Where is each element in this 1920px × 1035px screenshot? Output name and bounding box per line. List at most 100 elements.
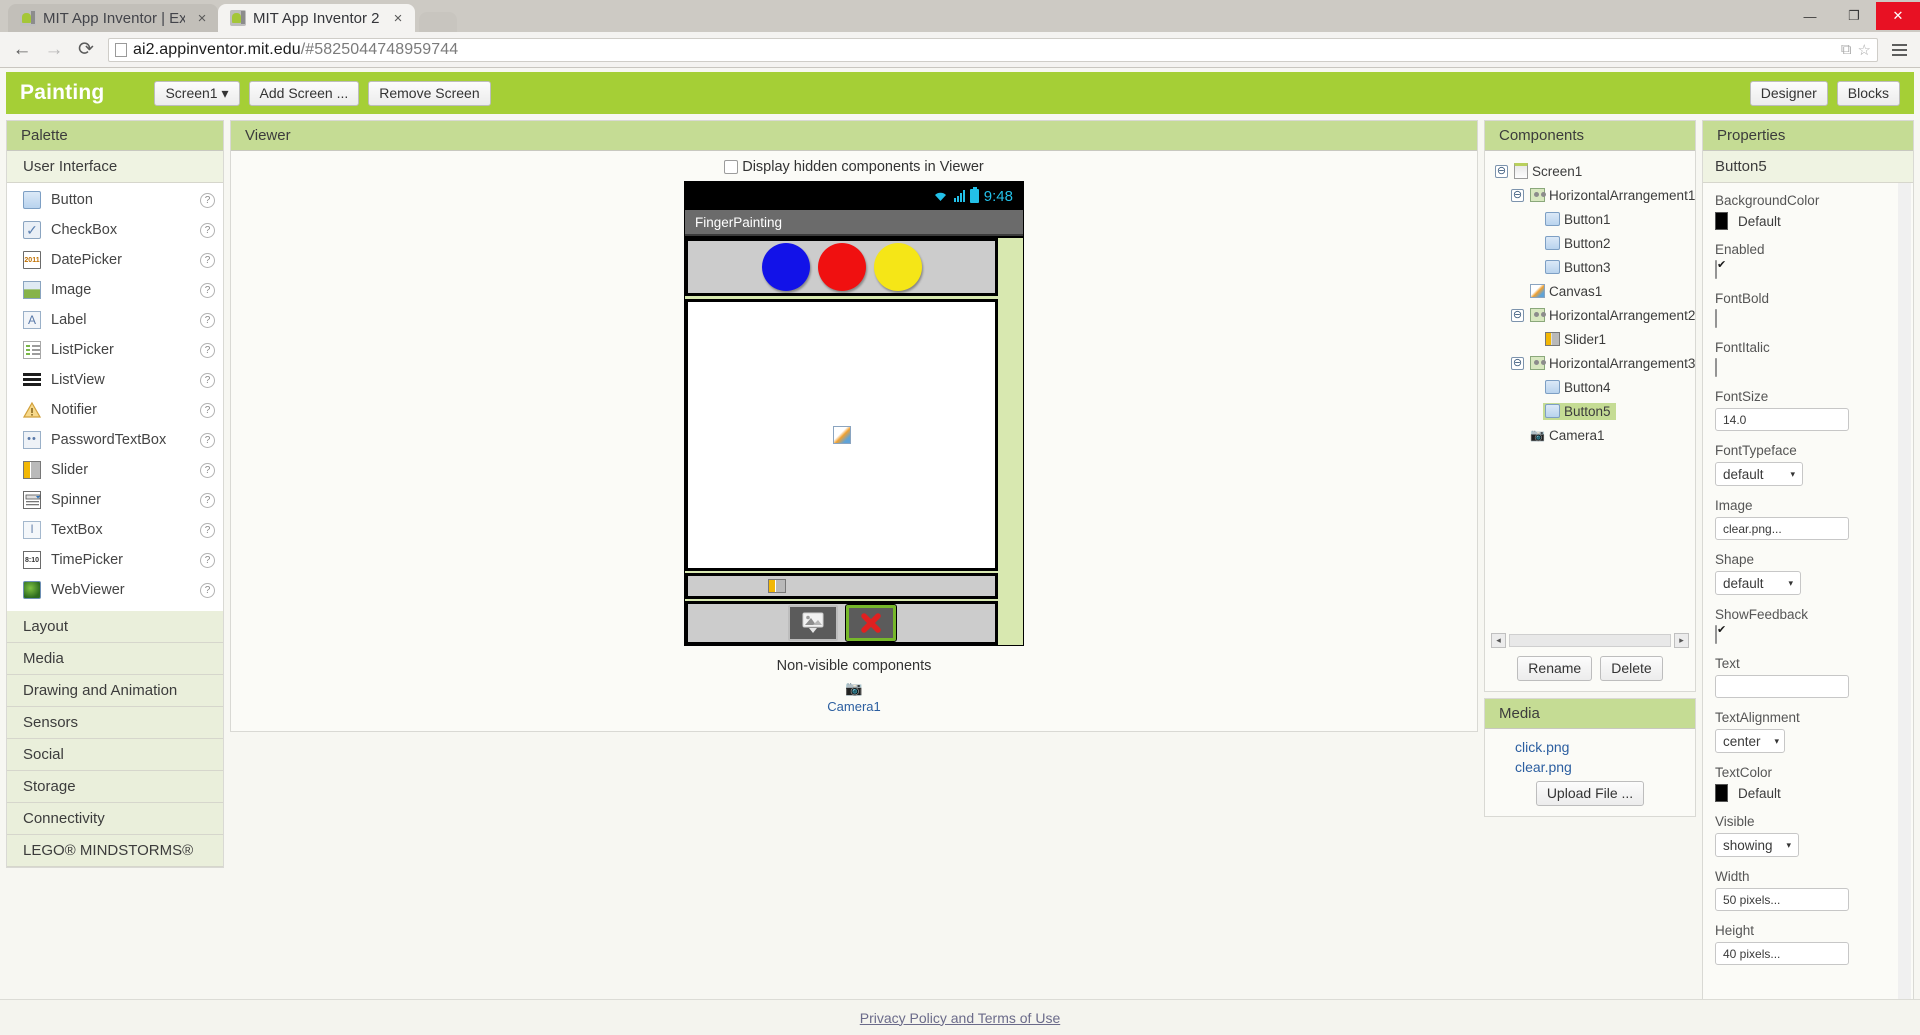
color-button-3[interactable]	[874, 243, 922, 291]
palette-item-spinner[interactable]: Spinner ?	[7, 485, 223, 515]
textalignment-select[interactable]: center ▾	[1715, 729, 1785, 753]
properties-scrollbar[interactable]	[1898, 183, 1911, 1021]
component-tree-hscrollbar[interactable]: ◂ ▸	[1485, 629, 1695, 650]
address-bar[interactable]: ai2.appinventor.mit.edu/#582504474895974…	[108, 38, 1878, 62]
maximize-button[interactable]: ❐	[1832, 2, 1876, 30]
horizontal-arrangement-3[interactable]	[685, 601, 998, 645]
reload-icon[interactable]: ⟳	[72, 36, 100, 64]
palette-category-drawing-and-animation[interactable]: Drawing and Animation	[7, 675, 223, 707]
palette-item-notifier[interactable]: Notifier ?	[7, 395, 223, 425]
help-icon[interactable]: ?	[200, 313, 215, 328]
tree-node-button4[interactable]: Button4	[1491, 375, 1691, 399]
visible-select[interactable]: showing ▾	[1715, 833, 1799, 857]
enabled-checkbox[interactable]	[1715, 260, 1717, 279]
upload-file-button[interactable]: Upload File ...	[1536, 781, 1644, 806]
fonttypeface-select[interactable]: default ▾	[1715, 462, 1803, 486]
bookmark-star-icon[interactable]: ☆	[1858, 41, 1871, 59]
palette-item-listpicker[interactable]: ListPicker ?	[7, 335, 223, 365]
textcolor-picker[interactable]: Default	[1715, 784, 1901, 802]
tree-node-horizontalarrangement1[interactable]: ⊖ HorizontalArrangement1	[1491, 183, 1691, 207]
tree-node-button5[interactable]: Button5	[1491, 399, 1691, 423]
new-tab-button[interactable]	[419, 12, 457, 32]
palette-category-connectivity[interactable]: Connectivity	[7, 803, 223, 835]
color-swatch[interactable]	[1715, 784, 1728, 802]
phone-mockup[interactable]: 9:48 FingerPainting	[684, 181, 1024, 646]
display-hidden-components-checkbox[interactable]	[724, 160, 738, 174]
remove-screen-button[interactable]: Remove Screen	[368, 81, 490, 106]
palette-item-datepicker[interactable]: 2011 DatePicker ?	[7, 245, 223, 275]
screen1-area[interactable]	[685, 238, 1023, 645]
canvas-1[interactable]	[685, 299, 998, 571]
back-icon[interactable]: ←	[8, 36, 36, 64]
fontitalic-checkbox[interactable]	[1715, 358, 1717, 377]
palette-category-social[interactable]: Social	[7, 739, 223, 771]
collapse-toggle-icon[interactable]: ⊖	[1495, 165, 1508, 178]
fontbold-checkbox[interactable]	[1715, 309, 1717, 328]
collapse-toggle-icon[interactable]: ⊖	[1511, 309, 1524, 322]
help-icon[interactable]: ?	[200, 553, 215, 568]
collapse-toggle-icon[interactable]: ⊖	[1511, 189, 1524, 202]
palette-item-slider[interactable]: Slider ?	[7, 455, 223, 485]
tree-node-camera1[interactable]: 📷Camera1	[1491, 423, 1691, 447]
media-file-item[interactable]: clear.png	[1485, 757, 1695, 777]
tree-node-horizontalarrangement3[interactable]: ⊖ HorizontalArrangement3	[1491, 351, 1691, 375]
privacy-policy-link[interactable]: Privacy Policy and Terms of Use	[860, 1010, 1060, 1026]
help-icon[interactable]: ?	[200, 283, 215, 298]
shape-select[interactable]: default ▾	[1715, 571, 1801, 595]
help-icon[interactable]: ?	[200, 253, 215, 268]
media-file-item[interactable]: click.png	[1485, 737, 1695, 757]
help-icon[interactable]: ?	[200, 403, 215, 418]
scroll-right-icon[interactable]: ▸	[1674, 633, 1689, 648]
help-icon[interactable]: ?	[200, 463, 215, 478]
add-screen-button[interactable]: Add Screen ...	[249, 81, 360, 106]
palette-category-storage[interactable]: Storage	[7, 771, 223, 803]
tree-node-slider1[interactable]: Slider1	[1491, 327, 1691, 351]
tree-node-button3[interactable]: Button3	[1491, 255, 1691, 279]
horizontal-arrangement-2[interactable]	[685, 573, 998, 599]
component-tree[interactable]: ⊖ Screen1 ⊖ HorizontalArrangement1 Butto…	[1485, 151, 1695, 629]
help-icon[interactable]: ?	[200, 583, 215, 598]
help-icon[interactable]: ?	[200, 523, 215, 538]
chrome-menu-icon[interactable]	[1886, 44, 1912, 56]
help-icon[interactable]: ?	[200, 373, 215, 388]
height-input[interactable]	[1715, 942, 1849, 965]
color-swatch[interactable]	[1715, 212, 1728, 230]
non-visible-component-label[interactable]: Camera1	[827, 699, 880, 714]
help-icon[interactable]: ?	[200, 493, 215, 508]
palette-category-media[interactable]: Media	[7, 643, 223, 675]
palette-item-passwordtextbox[interactable]: •• PasswordTextBox ?	[7, 425, 223, 455]
palette-item-listview[interactable]: ListView ?	[7, 365, 223, 395]
palette-item-textbox[interactable]: I TextBox ?	[7, 515, 223, 545]
fontsize-input[interactable]	[1715, 408, 1849, 431]
palette-item-image[interactable]: Image ?	[7, 275, 223, 305]
page-info-icon[interactable]	[115, 43, 127, 57]
forward-icon[interactable]: →	[40, 36, 68, 64]
backgroundcolor-picker[interactable]: Default	[1715, 212, 1901, 230]
help-icon[interactable]: ?	[200, 343, 215, 358]
browser-tab-1[interactable]: MIT App Inventor | Explore ×	[8, 4, 218, 32]
tree-node-screen1[interactable]: ⊖ Screen1	[1491, 159, 1691, 183]
screen-selector-button[interactable]: Screen1 ▾	[154, 81, 239, 106]
delete-button[interactable]: Delete	[1600, 656, 1662, 681]
palette-category-user-interface[interactable]: User Interface	[7, 151, 223, 183]
image-input[interactable]	[1715, 517, 1849, 540]
button-4-image-picker[interactable]	[788, 605, 838, 641]
viewer-body[interactable]: Display hidden components in Viewer 9:48…	[231, 151, 1477, 731]
display-hidden-components-row[interactable]: Display hidden components in Viewer	[231, 159, 1477, 175]
close-icon[interactable]: ×	[390, 10, 405, 27]
camera-icon[interactable]: 📷	[845, 679, 863, 697]
help-icon[interactable]: ?	[200, 433, 215, 448]
palette-item-checkbox[interactable]: ✓ CheckBox ?	[7, 215, 223, 245]
color-button-2[interactable]	[818, 243, 866, 291]
palette-category-sensors[interactable]: Sensors	[7, 707, 223, 739]
minimize-button[interactable]: —	[1788, 2, 1832, 30]
horizontal-arrangement-1[interactable]	[685, 238, 998, 296]
scroll-left-icon[interactable]: ◂	[1491, 633, 1506, 648]
scrollbar-track[interactable]	[1509, 634, 1671, 647]
showfeedback-checkbox[interactable]	[1715, 625, 1717, 644]
tree-node-horizontalarrangement2[interactable]: ⊖ HorizontalArrangement2	[1491, 303, 1691, 327]
split-window-icon[interactable]: ⧉	[1841, 41, 1852, 58]
palette-item-timepicker[interactable]: 8:10 TimePicker ?	[7, 545, 223, 575]
palette-category-layout[interactable]: Layout	[7, 611, 223, 643]
text-input[interactable]	[1715, 675, 1849, 698]
